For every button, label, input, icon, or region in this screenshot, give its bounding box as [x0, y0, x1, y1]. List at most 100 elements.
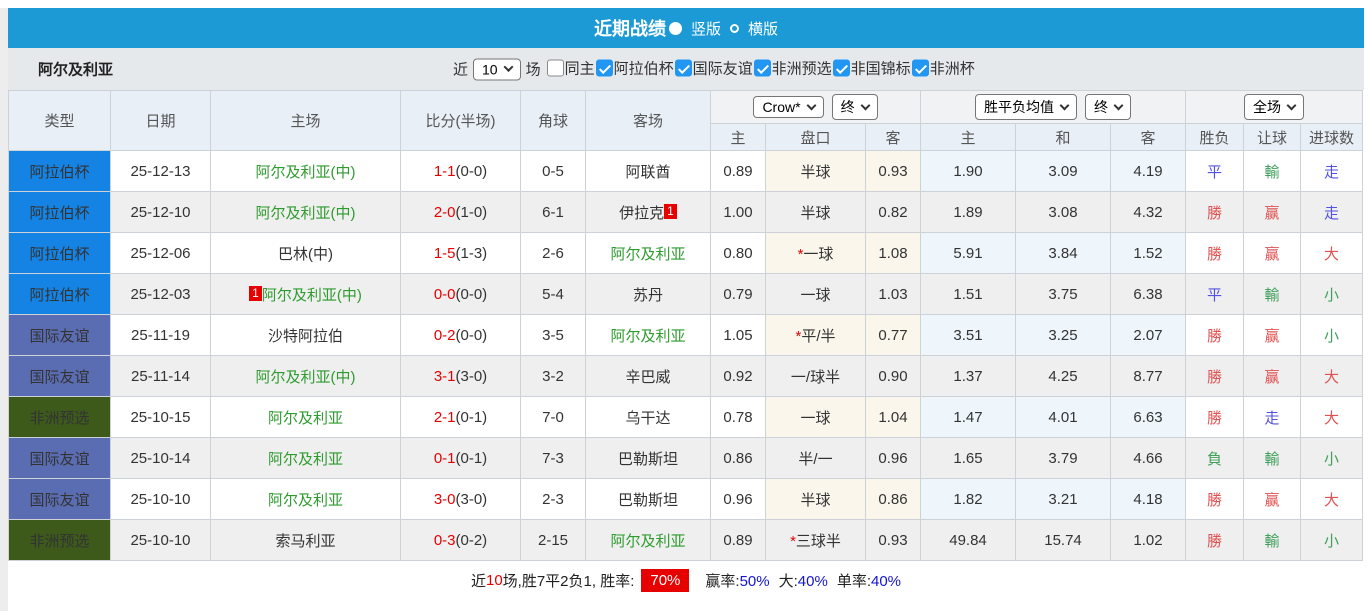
odds-text: 1.52: [1133, 244, 1163, 262]
col-header-wdl: 胜负: [1185, 123, 1245, 151]
corner-score: 5-4: [520, 273, 586, 315]
full-time-score: 0-3: [433, 531, 456, 549]
away-team-name: 苏丹: [632, 286, 663, 304]
result-goals: 小: [1300, 314, 1364, 356]
col-header-date: 日期: [110, 90, 211, 151]
league-name: 国际友谊: [29, 491, 90, 509]
result-text: 大: [1324, 409, 1340, 427]
score-cell: 2-0(1-0): [400, 191, 521, 233]
result-goals: 大: [1300, 478, 1364, 520]
avg-win-odds: 1.89: [920, 191, 1017, 233]
match-date: 25-10-10: [110, 519, 211, 561]
half-time-score: (0-0): [455, 285, 488, 303]
odds-source-select[interactable]: Crow*: [753, 96, 824, 118]
half-time-score: (3-0): [455, 367, 488, 385]
league-badge: 阿拉伯杯: [8, 273, 111, 315]
away-team-name: 阿尔及利亚: [610, 245, 686, 263]
home-team: 阿尔及利亚: [210, 396, 401, 438]
home-team: 阿尔及利亚: [210, 437, 401, 479]
avg-draw-odds: 3.75: [1015, 273, 1112, 315]
crow-odds-group: Crow* 终: [709, 90, 922, 124]
home-team: 索马利亚: [210, 519, 401, 561]
result-text: 走: [1324, 163, 1340, 181]
league-name: 非洲预选: [29, 409, 90, 427]
crow-away-odds: 0.93: [864, 519, 922, 561]
result-handicap: 赢: [1243, 232, 1302, 274]
avg-win-odds: 1.82: [920, 478, 1017, 520]
result-text: 輸: [1264, 450, 1280, 468]
result-wdl: 平: [1185, 150, 1245, 192]
filter-checkbox-item[interactable]: 非洲预选: [753, 58, 832, 79]
result-handicap: 赢: [1243, 355, 1302, 397]
match-date: 25-11-14: [110, 355, 211, 397]
result-handicap: 赢: [1243, 478, 1302, 520]
checkbox-checked-icon[interactable]: [832, 59, 850, 77]
odds-text: 0.89: [723, 531, 753, 549]
result-goals: 大: [1300, 232, 1364, 274]
result-text: 走: [1324, 204, 1340, 222]
radio-horizontal[interactable]: [730, 23, 739, 33]
match-row: 阿拉伯杯 25-12-13 阿尔及利亚(中) 1-1(0-0) 0-5 阿联酋 0.89 半球…: [8, 150, 1364, 192]
avg-draw-odds: 3.84: [1015, 232, 1112, 274]
odds-text: 1.51: [953, 285, 983, 303]
odds-text: 0.96: [878, 449, 908, 467]
avg-win-odds: 1.90: [920, 150, 1017, 192]
checkbox-unchecked-icon[interactable]: [546, 59, 564, 77]
away-team-name: 伊拉克: [619, 204, 665, 222]
away-team: 乌干达: [585, 396, 711, 438]
odds-time-select-1[interactable]: 终: [831, 94, 878, 120]
scope-select[interactable]: 全场: [1244, 94, 1305, 120]
home-team-name: 阿尔及利亚: [267, 409, 343, 427]
radio-vertical-selected[interactable]: [668, 21, 682, 35]
away-team: 阿尔及利亚: [585, 314, 711, 356]
result-text: 小: [1324, 286, 1340, 304]
odds-text: 0.93: [878, 162, 908, 180]
match-row: 阿拉伯杯 25-12-03 1 阿尔及利亚(中) 0-0(0-0) 5-4 苏丹 0.79 一球…: [8, 273, 1364, 315]
crow-away-odds: 0.82: [864, 191, 922, 233]
results-table: 类型 日期 主场 比分(半场) 角球 客场 Crow* 终 胜平负均值 终 全场…: [8, 90, 1364, 561]
handicap-text: 半球: [800, 163, 831, 181]
corners-text: 0-5: [542, 162, 564, 180]
corners-text: 7-0: [542, 408, 564, 426]
half-time-score: (3-0): [455, 490, 488, 508]
corner-score: 2-3: [520, 478, 586, 520]
match-row: 国际友谊 25-10-14 阿尔及利亚 0-1(0-1) 7-3 巴勒斯坦 0.86 半/一 0…: [8, 437, 1364, 479]
filter-checkbox-item[interactable]: 同主: [546, 58, 595, 79]
handicap-text: 一球: [800, 409, 831, 427]
checkbox-checked-icon[interactable]: [753, 59, 771, 77]
col-header-avg-draw: 和: [1015, 123, 1112, 151]
filter-checkbox-item[interactable]: 非国锦标: [832, 58, 911, 79]
checkbox-checked-icon[interactable]: [674, 59, 692, 77]
checkbox-checked-icon[interactable]: [911, 59, 929, 77]
odds-time-select-2[interactable]: 终: [1085, 94, 1132, 120]
result-goals: 走: [1300, 191, 1364, 233]
odds-text: 3.09: [1048, 162, 1078, 180]
filter-checkbox-item[interactable]: 阿拉伯杯: [595, 58, 674, 79]
filter-checkbox-label: 非国锦标: [850, 60, 911, 78]
league-name: 国际友谊: [29, 327, 90, 345]
near-count-select[interactable]: 10: [473, 58, 521, 80]
filter-checkbox-item[interactable]: 非洲杯: [911, 58, 975, 79]
radio-horizontal-label[interactable]: 横版: [748, 18, 778, 39]
odds-source-value: Crow*: [762, 99, 801, 115]
full-time-score: 0-1: [433, 449, 456, 467]
odds-text: 4.25: [1048, 367, 1078, 385]
half-time-score: (0-0): [455, 326, 488, 344]
avg-draw-odds: 3.09: [1015, 150, 1112, 192]
result-goals: 大: [1300, 396, 1364, 438]
odds-text: 49.84: [949, 531, 987, 549]
col-header-goals: 进球数: [1300, 123, 1364, 151]
checkbox-checked-icon[interactable]: [595, 59, 613, 77]
odds-text: 1.47: [953, 408, 983, 426]
away-team: 伊拉克 1: [585, 191, 711, 233]
odds-text: 1.02: [1133, 531, 1163, 549]
avg-odds-select[interactable]: 胜平负均值: [975, 94, 1078, 120]
result-handicap: 走: [1243, 396, 1302, 438]
corner-score: 3-5: [520, 314, 586, 356]
filter-checkbox-item[interactable]: 国际友谊: [674, 58, 753, 79]
handicap: 一球: [765, 396, 866, 438]
rate-item: 大:40%: [779, 573, 828, 590]
radio-vertical-label[interactable]: 竖版: [691, 18, 721, 39]
handicap: 半球: [765, 191, 866, 233]
odds-text: 4.32: [1133, 203, 1163, 221]
